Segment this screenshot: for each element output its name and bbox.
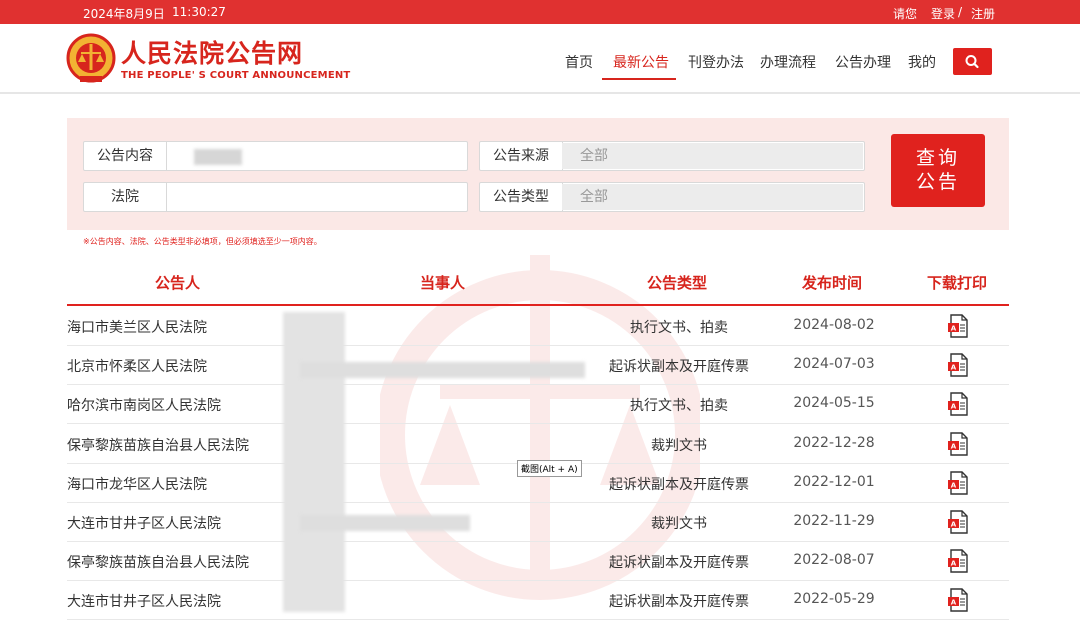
header-announcer: 公告人 (155, 274, 201, 292)
header-search-button[interactable] (953, 48, 992, 75)
pdf-icon[interactable]: A (947, 588, 969, 613)
nav-publishing-methods[interactable]: 刊登办法 (688, 52, 744, 72)
row-court[interactable]: 海口市美兰区人民法院 (67, 317, 207, 337)
svg-text:A: A (951, 403, 957, 411)
screenshot-tooltip: 截图(Alt + A) (517, 460, 582, 477)
site-subtitle: THE PEOPLE' S COURT ANNOUNCEMENT (121, 70, 351, 81)
search-note: ※公告内容、法院、公告类型非必填项，但必须填选至少一项内容。 (83, 237, 322, 246)
register-link[interactable]: 注册 (971, 5, 995, 22)
table-row[interactable]: 哈尔滨市南岗区人民法院 执行文书、拍卖 2024-05-15 A (67, 384, 1009, 425)
pdf-icon[interactable]: A (947, 431, 969, 456)
table-row[interactable]: 保亭黎族苗族自治县人民法院 起诉状副本及开庭传票 2022-08-07 A (67, 541, 1009, 582)
search-icon (965, 55, 979, 69)
pdf-icon[interactable]: A (947, 353, 969, 377)
redacted-party-row2 (300, 362, 585, 378)
nav-home[interactable]: 首页 (565, 52, 593, 72)
nav-latest-announcements[interactable]: 最新公告 (613, 52, 669, 72)
header-download: 下载打印 (927, 274, 988, 292)
nav-active-indicator (602, 78, 676, 80)
court-label: 法院 (84, 183, 167, 211)
pdf-icon[interactable]: A (947, 549, 969, 573)
current-time: 11:30:27 (172, 5, 226, 19)
row-court[interactable]: 保亭黎族苗族自治县人民法院 (67, 552, 249, 572)
header-party: 当事人 (420, 274, 466, 292)
nav-announcement-service[interactable]: 公告办理 (835, 52, 891, 72)
svg-text:A: A (951, 325, 957, 333)
row-court[interactable]: 北京市怀柔区人民法院 (67, 356, 207, 376)
current-date: 2024年8月9日 (83, 7, 165, 21)
results-table-header: 公告人 当事人 公告类型 发布时间 下载打印 (67, 262, 1009, 306)
site-title[interactable]: 人民法院公告网 (121, 34, 303, 70)
row-court[interactable]: 保亭黎族苗族自治县人民法院 (67, 435, 249, 455)
row-date: 2022-08-07 (793, 552, 875, 569)
announcement-source-label: 公告来源 (480, 142, 563, 170)
announcement-type-select[interactable]: 公告类型 全部 (479, 182, 865, 212)
row-type: 执行文书、拍卖 (630, 320, 728, 336)
row-date: 2022-12-28 (793, 434, 875, 451)
row-type: 执行文书、拍卖 (630, 398, 728, 415)
row-court[interactable]: 海口市龙华区人民法院 (67, 474, 207, 494)
row-date: 2024-07-03 (793, 356, 875, 373)
nav-mine[interactable]: 我的 (908, 52, 936, 72)
redacted-party-column (283, 312, 345, 612)
announcement-type-value: 全部 (580, 189, 608, 205)
svg-text:A: A (951, 481, 957, 489)
row-date: 2024-08-02 (793, 317, 875, 333)
table-row[interactable]: 大连市甘井子区人民法院 起诉状副本及开庭传票 2022-05-29 A (67, 580, 1009, 620)
nav-process[interactable]: 办理流程 (760, 52, 816, 72)
announcement-content-label: 公告内容 (84, 142, 167, 170)
svg-text:A: A (951, 560, 957, 568)
pdf-icon[interactable]: A (947, 314, 969, 338)
table-row[interactable]: 保亭黎族苗族自治县人民法院 裁判文书 2022-12-28 A (67, 424, 1009, 464)
row-date: 2022-12-01 (793, 473, 875, 490)
pdf-icon[interactable]: A (947, 392, 969, 417)
header-type: 公告类型 (647, 274, 708, 292)
court-emblem-icon[interactable] (66, 32, 116, 86)
header-date: 发布时间 (802, 274, 863, 292)
auth-separator: / (958, 5, 963, 19)
row-date: 2022-11-29 (793, 513, 875, 529)
top-bar: 2024年8月9日 11:30:27 请您 登录 / 注册 (0, 0, 1080, 24)
row-date: 2022-05-29 (793, 591, 875, 608)
row-court[interactable]: 大连市甘井子区人民法院 (67, 591, 221, 611)
announcement-content-field[interactable]: 公告内容 (83, 141, 468, 171)
table-row[interactable]: 海口市美兰区人民法院 执行文书、拍卖 2024-08-02 A (67, 306, 1009, 346)
redacted-content-value (194, 149, 242, 165)
row-type: 起诉状副本及开庭传票 (609, 555, 749, 572)
svg-text:A: A (951, 364, 957, 372)
court-field[interactable]: 法院 (83, 182, 468, 212)
svg-text:A: A (951, 599, 957, 607)
row-court[interactable]: 哈尔滨市南岗区人民法院 (67, 395, 221, 415)
announcement-source-value: 全部 (580, 148, 608, 164)
greeting-text: 请您 (893, 7, 918, 21)
redacted-party-row6 (300, 515, 470, 531)
row-court[interactable]: 大连市甘井子区人民法院 (67, 513, 221, 533)
row-date: 2024-05-15 (793, 395, 875, 412)
svg-text:A: A (951, 442, 957, 450)
query-announcement-button[interactable]: 查询 公告 (891, 134, 985, 207)
row-type: 起诉状副本及开庭传票 (609, 359, 749, 376)
announcement-source-select[interactable]: 公告来源 全部 (479, 141, 865, 171)
announcement-type-label: 公告类型 (480, 183, 563, 211)
pdf-icon[interactable]: A (947, 471, 969, 495)
login-link[interactable]: 登录 (931, 5, 955, 22)
search-panel (67, 118, 1009, 230)
svg-text:A: A (951, 521, 957, 529)
row-type: 起诉状副本及开庭传票 (609, 594, 749, 611)
table-row[interactable]: 大连市甘井子区人民法院 裁判文书 2022-11-29 A (67, 502, 1009, 542)
site-header: 人民法院公告网 THE PEOPLE' S COURT ANNOUNCEMENT… (0, 24, 1080, 94)
row-type: 裁判文书 (651, 437, 707, 454)
query-button-line2: 公告 (915, 171, 960, 193)
row-type: 起诉状副本及开庭传票 (609, 476, 749, 493)
row-type: 裁判文书 (651, 516, 707, 532)
pdf-icon[interactable]: A (947, 510, 969, 534)
query-button-line1: 查询 (915, 147, 960, 169)
